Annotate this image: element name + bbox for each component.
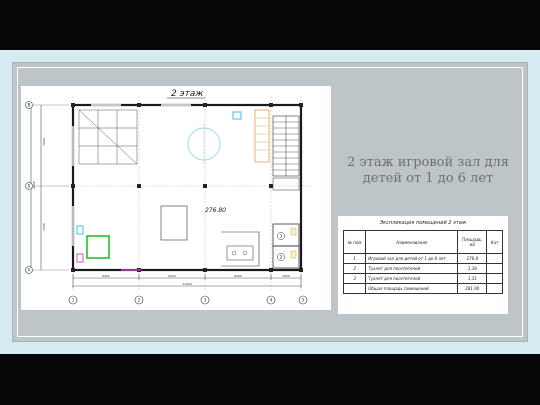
cell-category <box>486 263 503 274</box>
cell-name: Общая площадь помещений <box>365 283 459 294</box>
axis-label-col-4: 4 <box>270 298 273 303</box>
top-letterbox <box>0 0 540 50</box>
cell-area: 276,8 <box>457 253 488 264</box>
table-row-total: Общая площадь помещений 281,90 <box>342 283 503 294</box>
floor-plan-svg: 7000 6000 7000 В Б А 276.80 3 2 2 этаж 6… <box>25 89 311 305</box>
slide-title: 2 этаж игровой зал для детей от 1 до 6 л… <box>338 155 518 187</box>
room-number-2: 2 <box>280 255 283 260</box>
cell-name: Туалет для посетителей <box>365 263 459 274</box>
dim-bottom-4: 3000 <box>282 274 290 278</box>
cell-name: Игровой зал для детей от 1 до 6 лет <box>365 253 459 264</box>
header-category: Кат <box>486 230 503 254</box>
cell-category <box>486 273 503 284</box>
dim-left-3: 7000 <box>42 223 46 231</box>
header-name: Наименование <box>365 230 459 254</box>
cell-area: 281,90 <box>457 283 488 294</box>
plan-floor-label: 2 этаж <box>171 89 204 99</box>
dim-bottom-total: 21000 <box>182 282 192 286</box>
green-play-zone <box>86 235 110 259</box>
bottom-letterbox <box>0 354 540 405</box>
axis-label-row-3: А <box>28 268 31 273</box>
axis-label-col-5: 5 <box>302 298 305 303</box>
slide-title-line-1: 2 этаж игровой зал для <box>347 155 509 170</box>
magenta-marker-left <box>76 253 84 263</box>
axis-label-row-1: В <box>28 103 31 108</box>
cell-number <box>342 283 367 294</box>
cell-number: 2 <box>342 263 367 274</box>
axis-label-col-3: 3 <box>204 298 207 303</box>
dim-bottom-1: 6000 <box>102 274 110 278</box>
cell-name: Туалет для посетителей <box>365 273 459 284</box>
table-row: 2 Туалет для посетителей 1,38 <box>342 263 503 274</box>
cell-category <box>486 253 503 264</box>
cell-number: 3 <box>342 273 367 284</box>
explication-caption: Экспликация помещений 2 этаж <box>379 220 467 226</box>
slide: 7000 6000 7000 В Б А 276.80 3 2 2 этаж 6… <box>0 50 540 354</box>
axis-label-col-2: 2 <box>138 298 141 303</box>
table-row: 3 Туалет для посетителей 1,31 <box>342 273 503 284</box>
explication-table-card: Экспликация помещений 2 этаж № пом Наиме… <box>338 216 508 314</box>
table-row: 1 Игровой зал для детей от 1 до 6 лет 27… <box>342 253 503 264</box>
header-area: Площадь, м2 <box>457 230 488 254</box>
cell-area: 1,31 <box>457 273 488 284</box>
room-number-3: 3 <box>280 234 283 239</box>
explication-table: № пом Наименование Площадь, м2 Кат 1 Игр… <box>342 230 503 294</box>
cyan-marker-left <box>76 225 84 235</box>
cell-category <box>486 283 503 294</box>
dim-bottom-2: 6000 <box>168 274 176 278</box>
dim-bottom-3: 6000 <box>234 274 242 278</box>
axis-label-col-1: 1 <box>72 298 75 303</box>
axis-label-row-2: Б <box>28 184 31 189</box>
header-number: № пом <box>342 230 367 254</box>
plan-area-label: 276.80 <box>205 207 226 214</box>
cell-area: 1,38 <box>457 263 488 274</box>
cell-number: 1 <box>342 253 367 264</box>
table-header-row: № пом Наименование Площадь, м2 Кат <box>342 230 503 254</box>
cyan-marker-top <box>232 111 242 120</box>
slide-title-line-2: детей от 1 до 6 лет <box>362 171 494 186</box>
dim-left-1: 7000 <box>42 138 46 146</box>
floor-plan-drawing: 7000 6000 7000 В Б А 276.80 3 2 2 этаж 6… <box>21 86 331 310</box>
